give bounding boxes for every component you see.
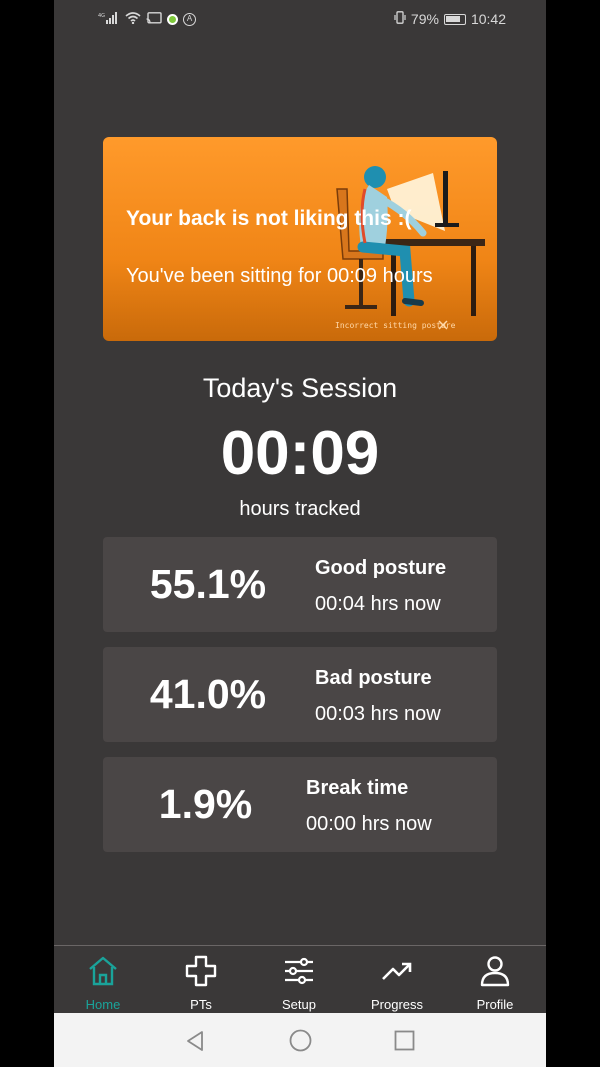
good-posture-percent: 55.1%	[149, 561, 267, 607]
incorrect-posture-illustration	[336, 166, 485, 330]
app-screen: 4G A 79% 10:42 Incorrect sitting posture…	[54, 0, 546, 1067]
status-time: 10:42	[470, 11, 506, 27]
nav-profile-label: Profile	[476, 997, 514, 1012]
banner-title: Your back is not liking this :(	[126, 207, 412, 230]
nav-pts-label: PTs	[190, 997, 212, 1012]
app-notification-icon	[167, 13, 178, 25]
posture-alert-banner: Incorrect sitting posture Your back is n…	[103, 137, 497, 341]
trending-up-icon	[382, 962, 412, 980]
vibrate-icon	[394, 11, 406, 27]
plus-cross-icon	[185, 955, 217, 987]
accessibility-icon: A	[183, 12, 196, 26]
home-circle-icon[interactable]	[289, 1029, 312, 1052]
nav-home[interactable]: Home	[54, 946, 152, 1014]
nav-progress-label: Progress	[370, 997, 424, 1012]
back-icon[interactable]	[184, 1030, 206, 1052]
wifi-icon	[125, 11, 141, 27]
sliders-icon	[285, 957, 313, 985]
system-nav-bar	[54, 1013, 546, 1067]
break-time-card: 1.9% Break time 00:00 hrs now	[103, 757, 497, 852]
status-bar: 4G A 79% 10:42	[54, 0, 546, 38]
break-time-label: Break time	[306, 777, 409, 799]
nav-setup-label: Setup	[282, 997, 316, 1012]
battery-percent: 79%	[410, 11, 439, 27]
good-posture-card: 55.1% Good posture 00:04 hrs now	[103, 537, 497, 632]
break-time-percent: 1.9%	[158, 781, 253, 827]
good-posture-duration: 00:04 hrs now	[315, 593, 441, 615]
nav-progress[interactable]: Progress	[348, 946, 446, 1014]
bad-posture-label: Bad posture	[315, 667, 432, 689]
illustration-caption: Incorrect sitting posture	[335, 321, 456, 330]
home-icon	[89, 956, 117, 986]
signal-icon: 4G	[98, 11, 120, 27]
bad-posture-card: 41.0% Bad posture 00:03 hrs now	[103, 647, 497, 742]
status-right: 79% 10:42	[394, 11, 506, 27]
nav-setup[interactable]: Setup	[250, 946, 348, 1014]
recents-icon[interactable]	[394, 1030, 415, 1051]
bad-posture-duration: 00:03 hrs now	[315, 703, 441, 725]
nav-home-label: Home	[85, 997, 121, 1012]
session-time: 00:09	[220, 419, 380, 488]
banner-subtitle: You've been sitting for 00:09 hours	[126, 265, 433, 287]
status-left: 4G A	[98, 11, 196, 27]
session-unit: hours tracked	[239, 498, 361, 520]
nav-pts[interactable]: PTs	[152, 946, 250, 1014]
cast-icon	[146, 11, 162, 27]
bad-posture-percent: 41.0%	[149, 671, 267, 717]
nav-profile[interactable]: Profile	[446, 946, 544, 1014]
bottom-nav: Home PTs Setup Progress Profile	[54, 945, 546, 1014]
good-posture-label: Good posture	[315, 557, 447, 579]
session-title: Today's Session	[202, 373, 398, 403]
user-icon	[480, 956, 510, 987]
network-label: 4G	[98, 13, 105, 19]
battery-icon	[443, 13, 466, 25]
break-time-duration: 00:00 hrs now	[306, 813, 432, 835]
